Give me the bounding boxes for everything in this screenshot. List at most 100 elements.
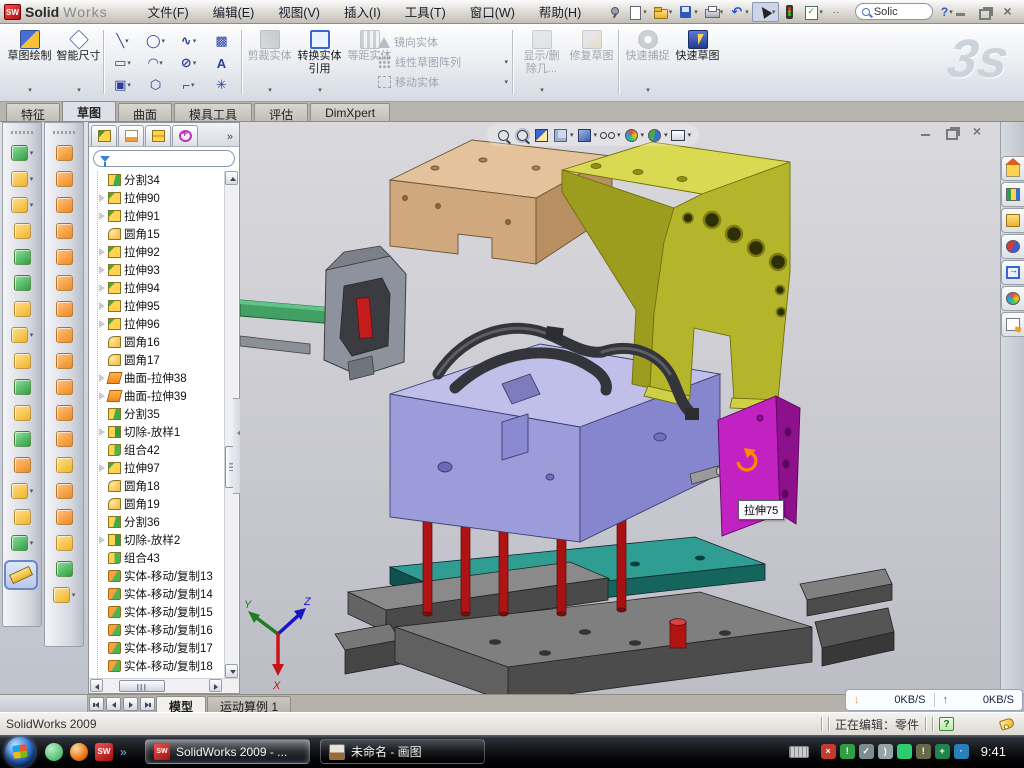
ruled-surface-icon[interactable]: [45, 478, 83, 504]
dropdown-arrow-icon[interactable]: ▾: [318, 85, 322, 98]
point-tool-icon[interactable]: ✳: [205, 74, 238, 96]
feature-tree-item[interactable]: 组合43: [98, 549, 231, 567]
scroll-down-arrow[interactable]: [225, 664, 238, 678]
taskpane-appearances-icon[interactable]: [1001, 286, 1024, 311]
feature-tree-item[interactable]: 曲面-拉伸38: [98, 369, 231, 387]
dropdown-arrow-icon[interactable]: ▾: [72, 591, 76, 599]
command-tab[interactable]: 模具工具: [174, 103, 252, 121]
menubar-item[interactable]: 编辑(E): [201, 0, 267, 24]
ellipse-tool-icon[interactable]: ⊘▾: [172, 52, 205, 74]
scroll-thumb[interactable]: [119, 680, 165, 692]
clamp-arm[interactable]: [240, 246, 406, 380]
feature-tree-item[interactable]: 圆角18: [98, 477, 231, 495]
undo-icon[interactable]: ↶▾: [726, 3, 752, 21]
restore-button[interactable]: [976, 5, 993, 19]
command-tab[interactable]: 草图: [62, 101, 116, 121]
feature-tree-item[interactable]: 拉伸92: [98, 243, 231, 261]
graphics-viewport[interactable]: Y Z X ▾▾▾▾▾▾ × 拉伸75: [240, 122, 1000, 694]
new-file-icon[interactable]: ▾: [624, 3, 650, 21]
menubar-item[interactable]: 视图(V): [266, 0, 332, 24]
freeform-icon[interactable]: ▾: [45, 582, 83, 608]
dome-icon[interactable]: [45, 556, 83, 582]
circle-tool-icon[interactable]: ◯▾: [139, 30, 172, 52]
view-orientation-icon[interactable]: ▾: [552, 127, 574, 144]
featuremanager-tab[interactable]: [91, 125, 117, 146]
select-cursor-icon[interactable]: ▾: [752, 2, 780, 22]
extruded-cut-icon[interactable]: ▾: [3, 166, 41, 192]
smart-dimension-button[interactable]: 智能尺寸 ▾: [55, 27, 102, 99]
expand-arrow-icon[interactable]: [98, 536, 107, 545]
design-checker-icon[interactable]: ▾: [800, 3, 826, 21]
feature-tree-item[interactable]: 拉伸93: [98, 261, 231, 279]
menubar-item[interactable]: 窗口(W): [458, 0, 527, 24]
edit-appearance-icon[interactable]: ▾: [623, 127, 645, 144]
display-style-icon[interactable]: ▾: [576, 127, 598, 144]
dropdown-arrow-icon[interactable]: ▾: [30, 175, 34, 183]
dropdown-arrow-icon[interactable]: ▾: [643, 8, 647, 16]
dropdown-arrow-icon[interactable]: ▾: [688, 131, 692, 139]
doc-close-button[interactable]: ×: [968, 125, 986, 139]
zoom-area-icon[interactable]: [514, 127, 531, 144]
feature-tree-item[interactable]: 拉伸95: [98, 297, 231, 315]
line-tool-icon[interactable]: ╲▾: [106, 30, 139, 52]
dropdown-arrow-icon[interactable]: ▾: [28, 85, 32, 98]
feature-tree-item[interactable]: 拉伸96: [98, 315, 231, 333]
linear-pattern-icon[interactable]: ▾: [3, 322, 41, 348]
taskpane-design-library-icon[interactable]: [1001, 182, 1024, 207]
doc-minimize-button[interactable]: [918, 125, 936, 139]
doc-restore-button[interactable]: [943, 125, 961, 139]
close-button[interactable]: ×: [999, 5, 1016, 19]
dropdown-arrow-icon[interactable]: ▾: [30, 149, 34, 157]
apply-scene-icon[interactable]: ▾: [646, 127, 668, 144]
tree-filter-box[interactable]: [93, 150, 235, 167]
split-line-icon[interactable]: [45, 452, 83, 478]
mid-surface-icon[interactable]: [45, 244, 83, 270]
start-button[interactable]: [5, 737, 35, 767]
rectangle-tool-icon[interactable]: ▭▾: [106, 52, 139, 74]
sketch-draw-button[interactable]: 草图绘制 ▾: [6, 27, 53, 99]
expand-arrow-icon[interactable]: [98, 266, 107, 275]
feature-tree-item[interactable]: 圆角15: [98, 225, 231, 243]
dropdown-arrow-icon[interactable]: ▾: [641, 131, 645, 139]
feature-tree-item[interactable]: 组合42: [98, 441, 231, 459]
search-input[interactable]: [874, 6, 924, 18]
feature-tree-item[interactable]: 曲面-拉伸39: [98, 387, 231, 405]
extruded-boss-icon[interactable]: ▾: [3, 140, 41, 166]
text-tool-icon[interactable]: A: [205, 52, 238, 74]
last-tab-button[interactable]: [140, 697, 155, 711]
task-button[interactable]: 未命名 - 画图: [320, 739, 485, 764]
revolved-surface-icon[interactable]: [45, 166, 83, 192]
boundary-surface-icon[interactable]: [45, 504, 83, 530]
first-tab-button[interactable]: [89, 697, 104, 711]
delete-face-icon[interactable]: [45, 400, 83, 426]
tray-messenger-icon[interactable]: ·: [954, 744, 969, 759]
command-tab[interactable]: DimXpert: [310, 103, 390, 121]
dropdown-arrow-icon[interactable]: ▾: [720, 8, 724, 16]
previous-tab-button[interactable]: [106, 697, 121, 711]
delete-body-icon[interactable]: ▾: [3, 478, 41, 504]
minimize-button[interactable]: [953, 5, 970, 19]
measure-button[interactable]: [4, 560, 38, 590]
dropdown-arrow-icon[interactable]: ▾: [664, 131, 668, 139]
menubar-item[interactable]: 帮助(H): [527, 0, 593, 24]
taskpane-view-palette-icon[interactable]: [1001, 260, 1024, 285]
expand-arrow-icon[interactable]: [98, 302, 107, 311]
fill-surface-icon[interactable]: [45, 530, 83, 556]
quicklaunch-expand-icon[interactable]: »: [120, 743, 132, 761]
mirror-bodies-icon[interactable]: [3, 348, 41, 374]
feature-tree-item[interactable]: 切除-放样2: [98, 531, 231, 549]
quick-tips-icon[interactable]: ?: [939, 717, 954, 731]
dropdown-arrow-icon[interactable]: ▾: [77, 85, 81, 98]
tray-antivirus-icon[interactable]: ×: [821, 744, 836, 759]
dropdown-arrow-icon[interactable]: ▾: [30, 487, 34, 495]
open-file-icon[interactable]: ▾: [650, 3, 676, 21]
feature-tree-item[interactable]: 圆角16: [98, 333, 231, 351]
model-tab[interactable]: 模型: [156, 696, 206, 712]
flange-surface-icon[interactable]: [45, 218, 83, 244]
rapid-sketch-button[interactable]: 快速草图: [674, 27, 721, 99]
dropdown-arrow-icon[interactable]: ▾: [594, 131, 598, 139]
input-method-icon[interactable]: [789, 746, 809, 758]
next-tab-button[interactable]: [123, 697, 138, 711]
dropdown-arrow-icon[interactable]: ▾: [694, 8, 698, 16]
tag-icon[interactable]: [999, 717, 1015, 731]
